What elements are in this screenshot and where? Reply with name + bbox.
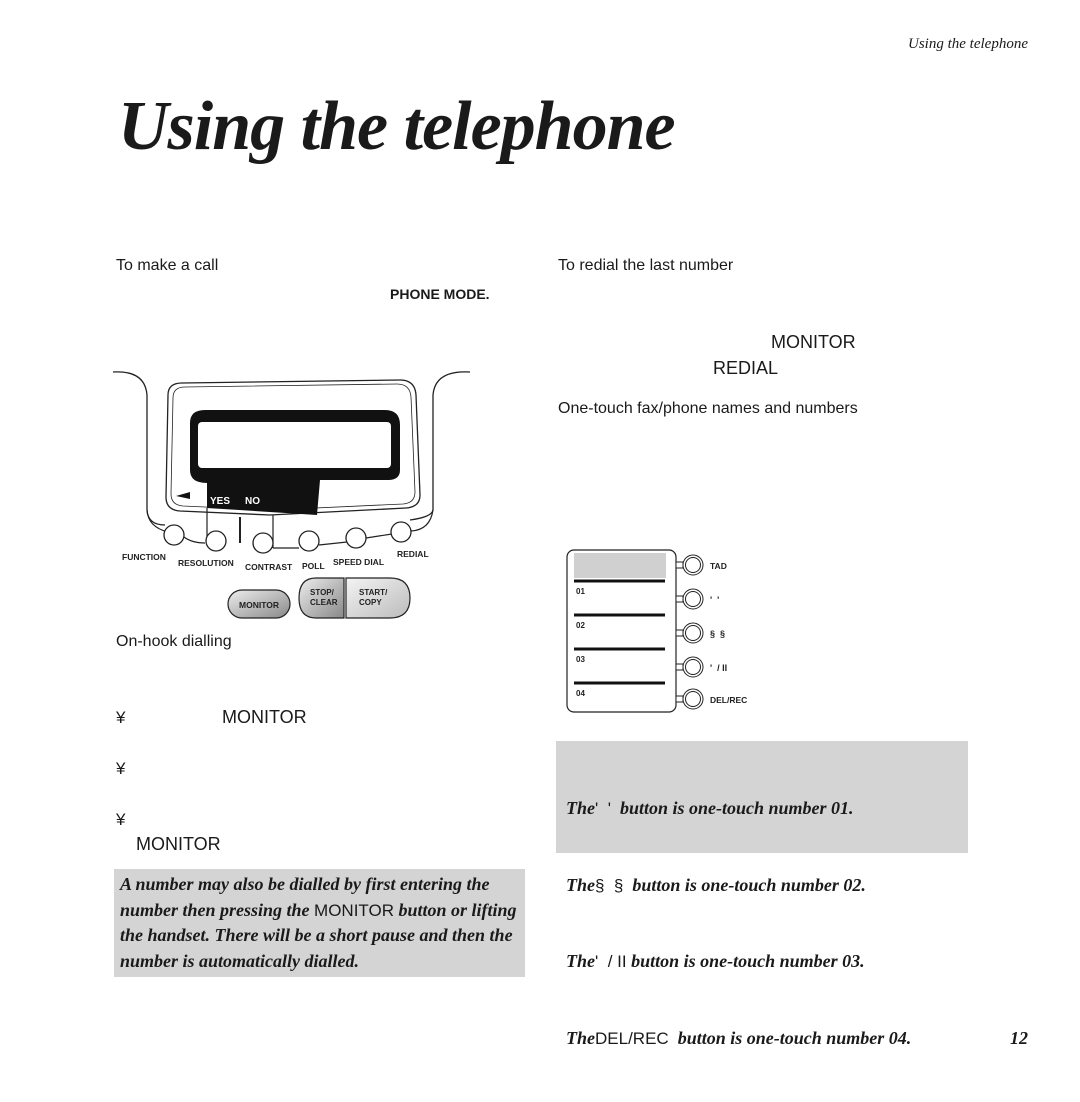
button-01-label: ' ' bbox=[710, 595, 719, 605]
redial-monitor-keyword: MONITOR bbox=[771, 332, 856, 352]
monitor-button-label: MONITOR bbox=[239, 600, 279, 610]
no-label: NO bbox=[245, 496, 260, 507]
page-number: 12 bbox=[1010, 1028, 1028, 1048]
one-touch-diagram: 01 02 03 04 TAD ' ' § § ' / II DEL/REC bbox=[566, 549, 747, 713]
bullet-1-keyword: MONITOR bbox=[222, 707, 307, 727]
redial-heading: To redial the last number bbox=[558, 257, 734, 274]
contrast-button[interactable] bbox=[252, 532, 274, 554]
bullet-3-symbol: ¥ bbox=[116, 810, 126, 829]
panel-outline-left bbox=[112, 371, 166, 526]
resolution-button[interactable] bbox=[205, 530, 227, 552]
clear-label: CLEAR bbox=[310, 598, 338, 607]
button-03-label: ' / II bbox=[710, 663, 727, 673]
resolution-label: RESOLUTION bbox=[178, 558, 234, 568]
bullet-3-keyword: MONITOR bbox=[136, 834, 221, 854]
note-monitor-keyword: MONITOR bbox=[314, 900, 395, 920]
slot-04-label: 04 bbox=[576, 689, 585, 698]
note-text: A number may also be dialled by first en… bbox=[120, 874, 517, 971]
make-call-heading: To make a call bbox=[116, 257, 219, 274]
yes-label: YES bbox=[210, 496, 230, 507]
stop-label: STOP/ bbox=[310, 588, 335, 597]
tad-label: TAD bbox=[710, 561, 727, 571]
redial-keyword: REDIAL bbox=[713, 358, 779, 378]
phone-mode-label: PHONE MODE. bbox=[390, 286, 490, 302]
slot-01-label: 01 bbox=[576, 587, 585, 596]
tad-label-window bbox=[574, 553, 666, 578]
bullet-2-symbol: ¥ bbox=[116, 759, 126, 778]
contrast-label: CONTRAST bbox=[245, 562, 293, 572]
note-box-one-touch: The' ' button is one-touch number 01. Th… bbox=[556, 741, 968, 1048]
start-label: START/ bbox=[359, 588, 388, 597]
function-button[interactable] bbox=[163, 524, 185, 546]
poll-label: POLL bbox=[302, 561, 325, 571]
one-touch-note-line: The' ' button is one-touch number 01. bbox=[566, 798, 854, 818]
speed-dial-button[interactable] bbox=[345, 527, 367, 549]
poll-button[interactable] bbox=[298, 530, 320, 552]
button-02-label: § § bbox=[710, 629, 725, 639]
one-touch-note-text: The' ' button is one-touch number 01. Th… bbox=[566, 745, 966, 1102]
redial-label: REDIAL bbox=[397, 549, 429, 559]
one-touch-note-line: The' / II button is one-touch number 03. bbox=[566, 951, 865, 971]
copy-label: COPY bbox=[359, 598, 382, 607]
running-head: Using the telephone bbox=[908, 36, 1028, 52]
slot-03-label: 03 bbox=[576, 655, 585, 664]
redial-button[interactable] bbox=[390, 521, 412, 543]
on-hook-heading: On-hook dialling bbox=[116, 633, 232, 650]
page-title: Using the telephone bbox=[118, 88, 676, 165]
lcd-screen bbox=[198, 422, 391, 468]
del-rec-label: DEL/REC bbox=[710, 695, 747, 705]
one-touch-note-line: TheDEL/REC button is one-touch number 04… bbox=[566, 1027, 912, 1048]
slot-02-label: 02 bbox=[576, 621, 585, 630]
control-panel-diagram: YES NO FUNCTION RESOLUTION CONTRAST POLL… bbox=[112, 371, 471, 619]
speed-dial-label: SPEED DIAL bbox=[333, 557, 384, 567]
note-box-redial-tip: A number may also be dialled by first en… bbox=[114, 869, 525, 977]
one-touch-heading: One-touch fax/phone names and numbers bbox=[558, 400, 858, 417]
bullet-1-symbol: ¥ bbox=[116, 708, 126, 727]
one-touch-note-line: The§ § button is one-touch number 02. bbox=[566, 874, 866, 895]
function-label: FUNCTION bbox=[122, 552, 166, 562]
